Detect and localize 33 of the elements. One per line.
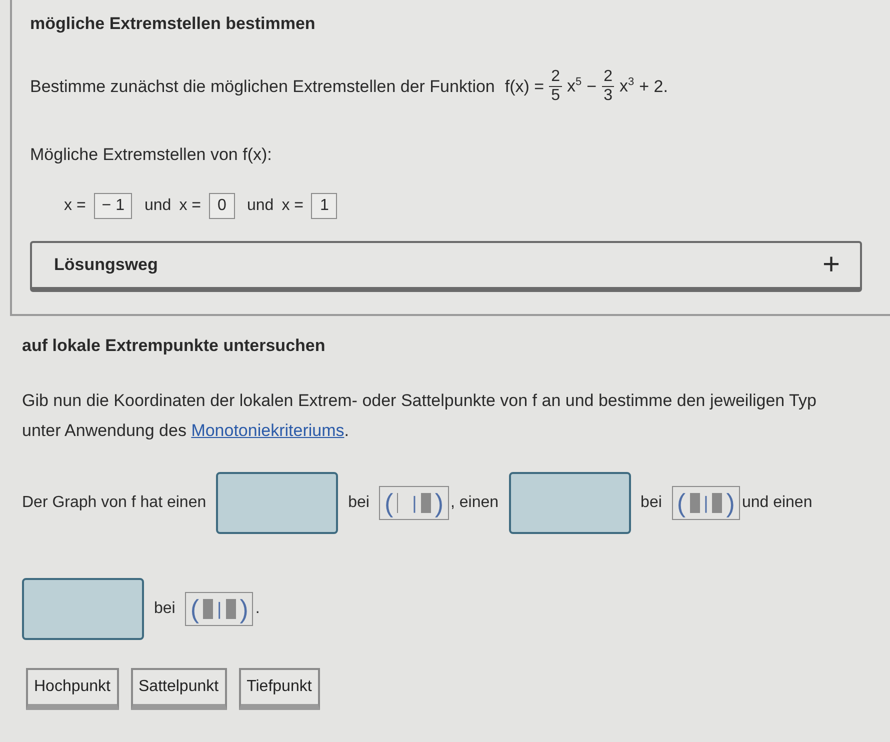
joiner-text: und — [246, 197, 274, 215]
sentence-text: , einen — [450, 494, 499, 512]
drop-zone[interactable] — [508, 472, 631, 534]
joiner-text: und — [144, 197, 172, 215]
solution-panel[interactable]: Lösungsweg + — [30, 241, 862, 292]
coordinate-field[interactable]: ( | ) — [185, 592, 254, 626]
sentence-text: bei — [640, 494, 662, 512]
coordinate-field[interactable]: ( | ) — [379, 486, 448, 520]
sentence-text: . — [255, 600, 260, 618]
variable-label: x = — [64, 197, 86, 215]
roots-label: Mögliche Extremstellen von f(x): — [30, 145, 272, 164]
section-title: auf lokale Extrempunkte untersuchen — [22, 336, 326, 356]
solution-label: Lösungsweg — [54, 255, 158, 275]
task-text: Bestimme zunächst die möglichen Extremstellen der Funktion — [30, 76, 495, 96]
answer-field[interactable]: − 1 — [94, 193, 132, 219]
drop-zone[interactable] — [216, 472, 338, 534]
expand-toggle[interactable]: + — [822, 251, 840, 279]
sentence-text: bei — [348, 494, 370, 512]
answer-field[interactable]: 1 — [311, 193, 338, 219]
section-title: mögliche Extremstellen bestimmen — [30, 14, 316, 34]
answer-choice-button[interactable]: Sattelpunkt — [130, 668, 227, 710]
variable-label: x = — [179, 197, 201, 215]
sentence-text: bei — [154, 600, 176, 618]
task-text: Gib nun die Koordinaten der lokalen Extrem- oder Sattelpunkte von f an und bestimme den jeweiligen Typ unter Anwendung des Monotoniekriteriums. — [22, 390, 818, 442]
answer-field[interactable]: 0 — [208, 193, 235, 219]
sentence-text: und einen — [742, 494, 812, 512]
drop-zone[interactable] — [22, 578, 144, 640]
answer-choice-button[interactable]: Tiefpunkt — [238, 668, 320, 710]
coordinate-field[interactable]: ( | ) — [672, 486, 740, 520]
answer-choice-button[interactable]: Hochpunkt — [26, 668, 118, 710]
variable-label: x = — [282, 197, 304, 215]
criterion-link[interactable]: Monotoniekriteriums — [191, 421, 344, 440]
sentence-text: Der Graph von f hat einen — [22, 494, 206, 512]
